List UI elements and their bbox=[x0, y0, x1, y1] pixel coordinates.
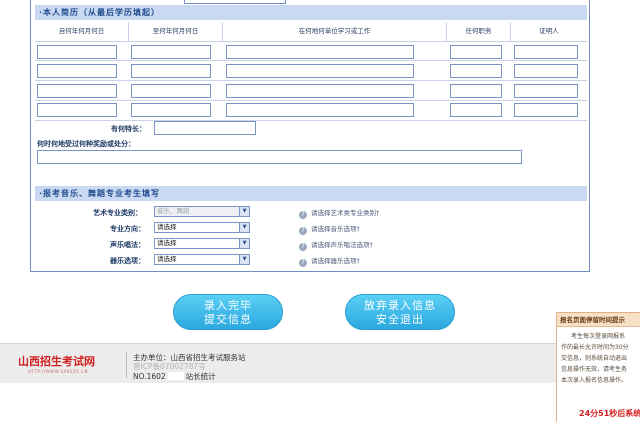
position-input-4[interactable] bbox=[450, 103, 502, 117]
to-date-input-1[interactable] bbox=[131, 45, 211, 59]
from-date-input-3[interactable] bbox=[37, 84, 117, 98]
chevron-down-icon[interactable]: ▼ bbox=[239, 255, 249, 264]
to-date-input-2[interactable] bbox=[131, 64, 211, 78]
grid-line bbox=[35, 100, 587, 101]
popup-line: 作的最长允许时间为30分 bbox=[561, 344, 629, 351]
question-icon: ? bbox=[299, 211, 307, 219]
arts-section-header: ·报考音乐、舞蹈专业考生填写 bbox=[35, 186, 587, 201]
instrument-label: 器乐选项： bbox=[110, 257, 145, 265]
site-logo-url: HTTP://WWW.SXKSZX.CN bbox=[28, 369, 88, 374]
witness-input-3[interactable] bbox=[514, 84, 578, 98]
place-input-2[interactable] bbox=[226, 64, 414, 78]
site-footer: 山西招生考试网 HTTP://WWW.SXKSZX.CN 主办单位：山西省招生考… bbox=[0, 343, 640, 383]
major-direction-select[interactable]: 请选择 ▼ bbox=[154, 222, 250, 233]
popup-line: 交信息，则系统自动退出 bbox=[561, 355, 628, 362]
popup-title: 报名页面停留时间提示 bbox=[557, 313, 640, 327]
place-input-3[interactable] bbox=[226, 84, 414, 98]
abandon-button-line1: 放弃录入信息 bbox=[364, 299, 436, 312]
chevron-down-icon: ▼ bbox=[239, 207, 249, 216]
instrument-value: 请选择 bbox=[157, 255, 177, 263]
popup-line: 信息操作无效，请考生务 bbox=[561, 366, 628, 373]
col-place: 在何地何单位学习或工作 bbox=[223, 22, 447, 41]
to-date-input-4[interactable] bbox=[131, 103, 211, 117]
grid-line bbox=[35, 41, 587, 42]
witness-input-1[interactable] bbox=[514, 45, 578, 59]
popup-line: 本次录入报名信息操作。 bbox=[561, 377, 628, 384]
question-icon: ? bbox=[299, 259, 307, 267]
form-panel: ·本人简历（从最后学历填起） 自何年何月何日 至何年何月何日 在何地何单位学习或… bbox=[30, 0, 590, 272]
art-category-select: 音乐、舞蹈 ▼ bbox=[154, 206, 250, 217]
session-timeout-popup: 报名页面停留时间提示 考生每次登录网报系 作的最长允许时间为30分 交信息，则系… bbox=[556, 312, 640, 422]
site-logo: 山西招生考试网 bbox=[18, 355, 95, 368]
major-direction-label: 专业方向： bbox=[110, 225, 145, 233]
resume-table-header: 自何年何月何日 至何年何月何日 在何地何单位学习或工作 任何职务 证明人 bbox=[35, 22, 587, 41]
vocal-style-label: 声乐唱法： bbox=[110, 241, 145, 249]
abandon-button-line2: 安全退出 bbox=[376, 313, 424, 326]
col-witness: 证明人 bbox=[539, 27, 559, 35]
major-direction-hint: ? 请选择音乐选项† bbox=[299, 223, 360, 235]
vocal-style-hint: ? 请选择声乐唱法选项† bbox=[299, 239, 373, 251]
art-category-hint-text: 请选择艺术类专业类别† bbox=[311, 209, 380, 217]
place-input-1[interactable] bbox=[226, 45, 414, 59]
chevron-down-icon[interactable]: ▼ bbox=[239, 223, 249, 232]
question-icon: ? bbox=[299, 227, 307, 235]
vocal-style-select[interactable]: 请选择 ▼ bbox=[154, 238, 250, 249]
col-from-date: 自何年何月何日 bbox=[35, 22, 129, 41]
popup-line: 考生每次登录网报系 bbox=[571, 333, 626, 340]
col-position: 任何职务 bbox=[447, 22, 511, 41]
redacted-block bbox=[167, 372, 184, 380]
chevron-down-icon[interactable]: ▼ bbox=[239, 239, 249, 248]
previous-field-input[interactable] bbox=[184, 0, 286, 4]
witness-input-4[interactable] bbox=[514, 103, 578, 117]
art-category-label: 艺术专业类别： bbox=[93, 209, 142, 217]
instrument-select[interactable]: 请选择 ▼ bbox=[154, 254, 250, 265]
popup-body: 考生每次登录网报系 作的最长允许时间为30分 交信息，则系统自动退出 信息操作无… bbox=[557, 327, 640, 386]
major-direction-hint-text: 请选择音乐选项† bbox=[311, 225, 360, 233]
awards-label: 何时何地受过何种奖励或处分： bbox=[37, 140, 135, 148]
specialty-label: 有何特长： bbox=[111, 125, 146, 133]
visit-counter: NO.1602 站长统计 bbox=[133, 371, 216, 382]
from-date-input-2[interactable] bbox=[37, 64, 117, 78]
to-date-input-3[interactable] bbox=[131, 84, 211, 98]
witness-input-2[interactable] bbox=[514, 64, 578, 78]
footer-divider bbox=[126, 352, 127, 378]
instrument-hint-text: 请选择器乐选项† bbox=[311, 257, 360, 265]
grid-line bbox=[35, 120, 587, 121]
position-input-2[interactable] bbox=[450, 64, 502, 78]
submit-button-line1: 录入完毕 bbox=[204, 299, 252, 312]
popup-countdown: 24分51秒后系统 bbox=[579, 409, 640, 418]
specialty-input[interactable] bbox=[154, 121, 256, 135]
position-input-3[interactable] bbox=[450, 84, 502, 98]
submit-button[interactable]: 录入完毕 提交信息 bbox=[173, 294, 283, 330]
instrument-hint: ? 请选择器乐选项† bbox=[299, 255, 360, 267]
major-direction-value: 请选择 bbox=[157, 223, 177, 231]
counter-prefix: NO.1602 bbox=[133, 372, 166, 381]
grid-line bbox=[35, 80, 587, 81]
art-category-value: 音乐、舞蹈 bbox=[157, 207, 190, 215]
question-icon: ? bbox=[299, 243, 307, 251]
from-date-input-4[interactable] bbox=[37, 103, 117, 117]
col-to-date: 至何年何月何日 bbox=[129, 22, 223, 41]
resume-section-header: ·本人简历（从最后学历填起） bbox=[35, 5, 587, 20]
grid-line bbox=[35, 60, 587, 61]
art-category-hint: ? 请选择艺术类专业类别† bbox=[299, 207, 379, 219]
place-input-4[interactable] bbox=[226, 103, 414, 117]
vocal-style-value: 请选择 bbox=[157, 239, 177, 247]
stats-link[interactable]: 站长统计 bbox=[186, 372, 216, 381]
vocal-style-hint-text: 请选择声乐唱法选项† bbox=[311, 241, 373, 249]
position-input-1[interactable] bbox=[450, 45, 502, 59]
abandon-exit-button[interactable]: 放弃录入信息 安全退出 bbox=[345, 294, 455, 330]
submit-button-line2: 提交信息 bbox=[204, 313, 252, 326]
awards-input[interactable] bbox=[37, 150, 522, 164]
from-date-input-1[interactable] bbox=[37, 45, 117, 59]
